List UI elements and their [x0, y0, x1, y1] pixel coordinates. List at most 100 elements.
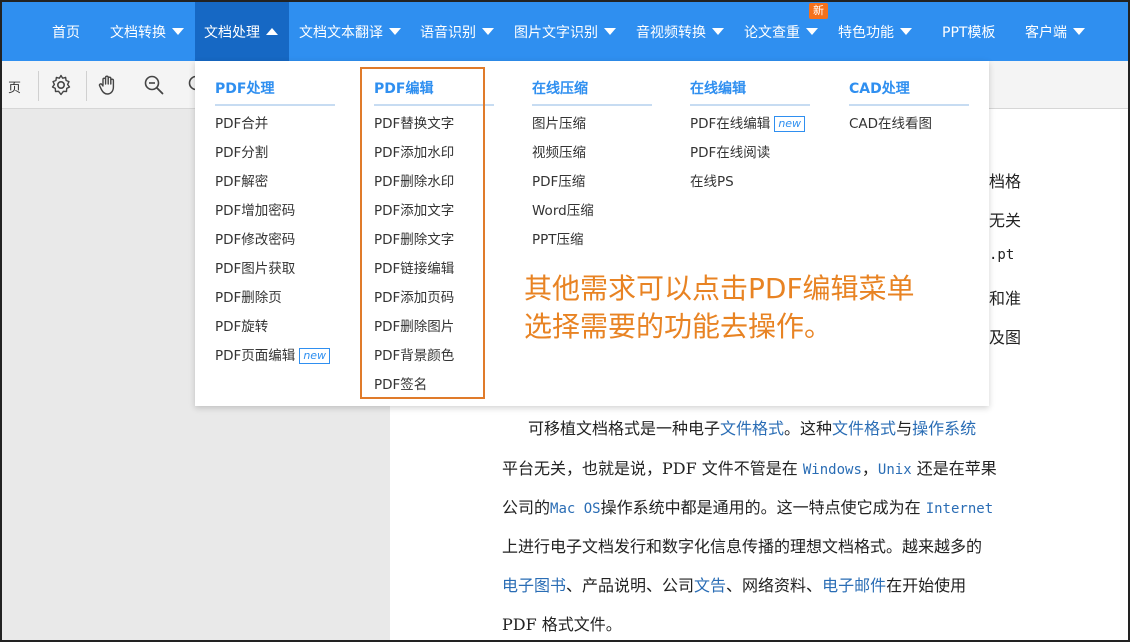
- doc-fragment: 无关: [989, 211, 1022, 230]
- nav-item-av-convert[interactable]: 音视频转换: [636, 2, 724, 61]
- doc-process-dropdown: PDF处理 PDF合并 PDF分割 PDF解密 PDF增加密码 PDF修改密码 …: [195, 61, 989, 406]
- menu-item[interactable]: PDF在线编辑 new: [690, 112, 806, 132]
- doc-text: PDF 格式文件。: [502, 615, 622, 634]
- doc-link[interactable]: 电子邮件: [822, 576, 886, 595]
- menu-item[interactable]: PDF删除页: [215, 286, 282, 306]
- doc-link[interactable]: 文件格式: [832, 419, 896, 438]
- nav-item-client[interactable]: 客户端: [1025, 2, 1085, 61]
- nav-item-label: 文档文本翻译: [299, 24, 383, 41]
- chevron-down-icon: [604, 28, 616, 35]
- menu-item-label: PDF页面编辑: [215, 348, 296, 364]
- doc-paragraph-line: 电子图书、产品说明、公司文告、网络资料、电子邮件在开始使用: [502, 572, 966, 596]
- menu-heading-underline: [849, 104, 969, 106]
- highlight-box: [360, 67, 485, 399]
- menu-item[interactable]: 图片压缩: [532, 112, 586, 132]
- menu-item[interactable]: PPT压缩: [532, 228, 584, 248]
- doc-text: 可移植文档格式是一种电子: [528, 419, 721, 438]
- doc-text: 、产品说明、公司: [566, 576, 695, 595]
- doc-paragraph-line: 上进行电子文档发行和数字化信息传播的理想文档格式。越来越多的: [502, 533, 982, 557]
- new-tag: new: [774, 116, 806, 132]
- doc-link[interactable]: 电子图书: [502, 576, 566, 595]
- menu-item[interactable]: PDF页面编辑 new: [215, 344, 331, 364]
- nav-item-plagiarism-check[interactable]: 论文查重: [744, 2, 818, 61]
- doc-text: 与: [896, 419, 913, 438]
- chevron-down-icon: [806, 28, 818, 35]
- toolbar-divider: [38, 71, 39, 101]
- menu-item[interactable]: PDF压缩: [532, 170, 585, 190]
- nav-item-label: 首页: [52, 24, 80, 41]
- chevron-down-icon: [712, 28, 724, 35]
- menu-column-heading: CAD处理: [849, 81, 910, 97]
- doc-text: 上进行电子文档发行和数字化信息传播的理想文档格式。越来越多的: [502, 537, 983, 556]
- doc-link[interactable]: 文告: [694, 576, 726, 595]
- chevron-down-icon: [1073, 28, 1085, 35]
- doc-text: 操作系统中都是通用的。这一特点使它成为在: [600, 498, 926, 517]
- nav-item-speech-recognition[interactable]: 语音识别: [420, 2, 494, 61]
- menu-item[interactable]: CAD在线看图: [849, 112, 932, 132]
- nav-item-label: 语音识别: [420, 24, 476, 41]
- nav-item-home[interactable]: 首页: [52, 2, 80, 61]
- menu-column-heading: 在线压缩: [532, 81, 588, 97]
- nav-item-features[interactable]: 特色功能: [838, 2, 912, 61]
- menu-item[interactable]: PDF合并: [215, 112, 268, 132]
- menu-item[interactable]: 在线PS: [690, 170, 734, 190]
- doc-link[interactable]: Windows: [803, 462, 862, 478]
- gear-icon[interactable]: [49, 73, 73, 97]
- chevron-up-icon: [266, 28, 278, 35]
- new-badge: 新: [809, 3, 828, 19]
- new-tag: new: [299, 348, 331, 364]
- nav-item-doc-translate[interactable]: 文档文本翻译: [299, 2, 401, 61]
- chevron-down-icon: [172, 28, 184, 35]
- doc-text: 在开始使用: [886, 576, 967, 595]
- chevron-down-icon: [900, 28, 912, 35]
- menu-item[interactable]: PDF图片获取: [215, 257, 295, 277]
- menu-item[interactable]: PDF增加密码: [215, 199, 295, 219]
- doc-fragment: 和准: [989, 289, 1022, 308]
- nav-item-doc-convert[interactable]: 文档转换: [110, 2, 184, 61]
- doc-link[interactable]: 操作系统: [912, 419, 976, 438]
- top-nav: 首页 文档转换 文档处理 文档文本翻译 语音识别 图片文字识别 音视频转换 论文…: [2, 2, 1128, 61]
- menu-heading-underline: [532, 104, 652, 106]
- page-label: 页: [8, 81, 22, 96]
- doc-link[interactable]: Internet: [926, 501, 993, 517]
- nav-item-label: 特色功能: [838, 24, 894, 41]
- chevron-down-icon: [482, 28, 494, 35]
- nav-item-label: 文档处理: [204, 24, 260, 41]
- doc-link[interactable]: Unix: [878, 462, 912, 478]
- menu-column-heading: 在线编辑: [690, 81, 746, 97]
- menu-item-label: PDF在线编辑: [690, 116, 771, 132]
- doc-text: 公司的: [502, 498, 551, 517]
- chevron-down-icon: [389, 28, 401, 35]
- menu-item[interactable]: PDF修改密码: [215, 228, 295, 248]
- doc-text: 还是在苹果: [911, 459, 997, 478]
- menu-item[interactable]: PDF旋转: [215, 315, 268, 335]
- nav-item-doc-process[interactable]: 文档处理: [195, 2, 289, 61]
- doc-paragraph-line: 平台无关，也就是说，PDF 文件不管是在 Windows，Unix 还是在苹果: [502, 455, 997, 479]
- menu-item[interactable]: PDF分割: [215, 141, 268, 161]
- nav-item-ppt-templates[interactable]: PPT模板: [942, 2, 995, 61]
- annotation-line: 其他需求可以点击PDF编辑菜单: [524, 272, 915, 305]
- nav-item-label: 音视频转换: [636, 24, 706, 41]
- nav-item-label: 文档转换: [110, 24, 166, 41]
- hand-icon[interactable]: [96, 73, 120, 97]
- menu-item[interactable]: Word压缩: [532, 199, 594, 219]
- menu-item[interactable]: PDF在线阅读: [690, 141, 770, 161]
- doc-text: 。这种: [784, 419, 833, 438]
- nav-item-label: 客户端: [1025, 24, 1067, 41]
- doc-paragraph-line: 可移植文档格式是一种电子文件格式。这种文件格式与操作系统: [502, 415, 976, 439]
- doc-fragment-link[interactable]: .pt: [989, 247, 1014, 263]
- doc-fragment: 及图: [989, 328, 1022, 347]
- zoom-out-icon[interactable]: [142, 73, 166, 97]
- menu-heading-underline: [690, 104, 810, 106]
- annotation-text: 其他需求可以点击PDF编辑菜单 选择需要的功能去操作。: [524, 270, 915, 346]
- doc-link[interactable]: Mac OS: [550, 501, 601, 517]
- doc-link[interactable]: 文件格式: [720, 419, 784, 438]
- doc-text: 平台无关，也就是说，PDF 文件不管是在: [502, 459, 803, 478]
- menu-item[interactable]: 视频压缩: [532, 141, 586, 161]
- menu-heading-underline: [215, 104, 335, 106]
- nav-item-label: 论文查重: [744, 24, 800, 41]
- doc-text: 、网络资料、: [726, 576, 823, 595]
- nav-item-ocr[interactable]: 图片文字识别: [514, 2, 616, 61]
- toolbar-divider: [86, 71, 87, 101]
- menu-item[interactable]: PDF解密: [215, 170, 268, 190]
